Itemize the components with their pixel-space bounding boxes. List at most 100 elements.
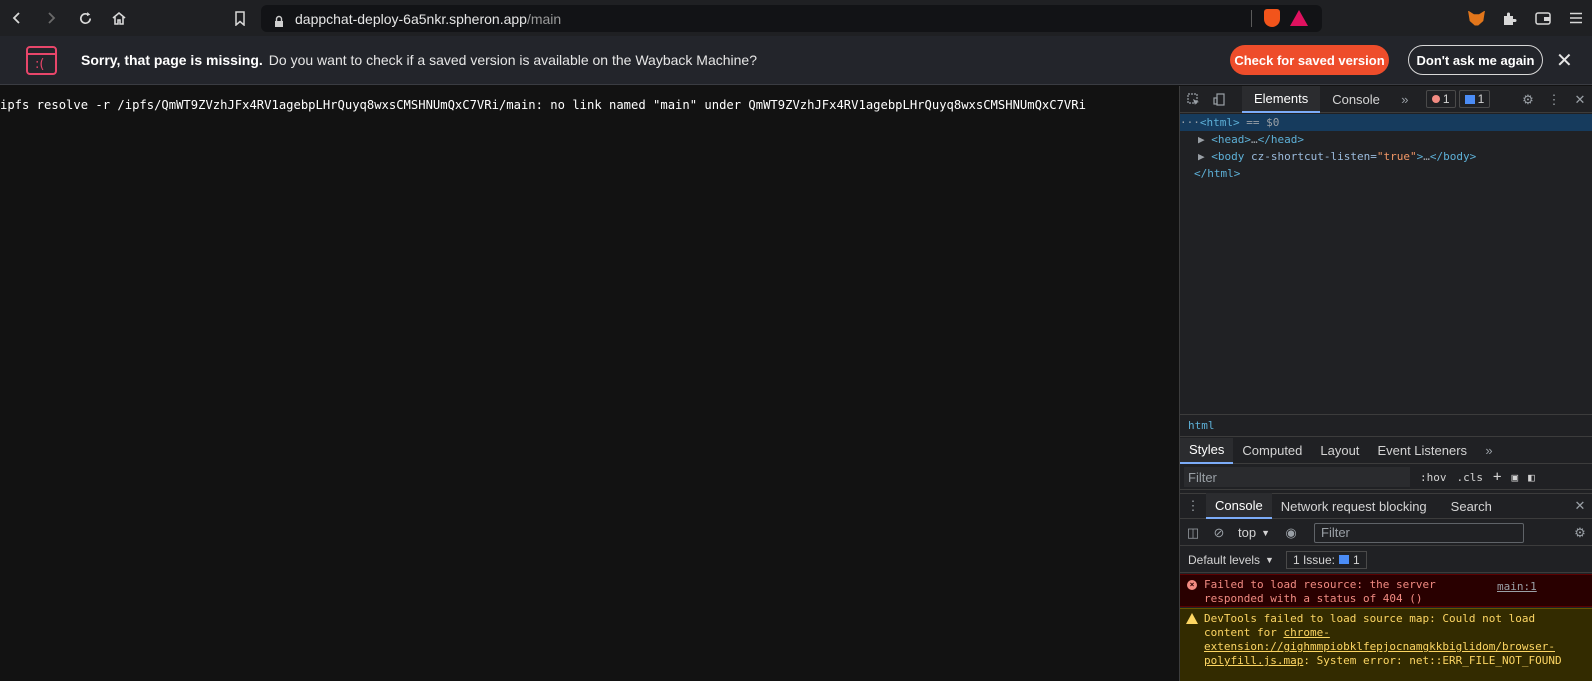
wallet-button[interactable] (1526, 0, 1559, 36)
issue-icon (1339, 555, 1349, 564)
context-select[interactable]: top ▼ (1238, 525, 1270, 540)
plus-icon[interactable]: + (1493, 469, 1501, 485)
check-saved-version-button[interactable]: Check for saved version (1230, 45, 1389, 75)
hamburger-icon (1569, 12, 1582, 24)
chevron-down-icon: ▼ (1261, 527, 1270, 538)
inspect-element-button[interactable] (1180, 86, 1206, 113)
tab-layout[interactable]: Layout (1311, 438, 1368, 464)
infobar-title: Sorry, that page is missing. (81, 52, 263, 68)
console-filter-input[interactable]: Filter (1314, 522, 1524, 543)
brave-shields-icon[interactable] (1264, 9, 1280, 27)
infobar-message: Do you want to check if a saved version … (268, 52, 757, 68)
close-icon[interactable]: ✕ (1556, 48, 1573, 72)
message-count-badge[interactable]: 1 (1458, 90, 1491, 108)
dom-ellipsis: ··· (1180, 116, 1200, 129)
drawer-tab-console[interactable]: Console (1206, 493, 1272, 519)
sidebar-icon[interactable]: ◫ (1180, 519, 1206, 546)
tab-elements[interactable]: Elements (1242, 85, 1321, 113)
device-icon (1212, 92, 1225, 106)
issues-label: 1 Issue: (1292, 552, 1335, 567)
styles-tabbar: Styles Computed Layout Event Listeners » (1180, 437, 1592, 464)
sad-page-icon: :( (26, 45, 57, 75)
dom-head-ellipsis: … (1251, 133, 1258, 146)
kebab-menu-icon[interactable]: ⋮ (1541, 86, 1567, 113)
close-drawer-icon[interactable]: ✕ (1567, 493, 1592, 520)
more-tabs-chevron-icon[interactable]: » (1476, 437, 1502, 464)
drawer-tab-search[interactable]: Search (1442, 493, 1501, 519)
puzzle-icon (1504, 12, 1517, 25)
metamask-extension[interactable] (1460, 0, 1493, 36)
warning-message-text: DevTools failed to load source map: Coul… (1204, 612, 1574, 668)
expand-arrow-icon[interactable]: ▶ (1198, 133, 1205, 146)
reload-icon (79, 11, 91, 24)
eye-icon[interactable]: ◉ (1278, 519, 1304, 546)
drawer-menu-icon[interactable]: ⋮ (1180, 493, 1206, 520)
gear-icon[interactable]: ⚙ (1567, 519, 1592, 546)
devtools-panel: Elements Console » 1 1 ⚙ ⋮ ✕ ··· <html> =… (1179, 85, 1592, 681)
extensions-button[interactable] (1493, 0, 1526, 36)
bookmark-button[interactable] (223, 0, 257, 36)
error-count-badge[interactable]: 1 (1425, 90, 1456, 108)
dom-body-ellipsis: … (1423, 150, 1430, 163)
home-icon (112, 11, 126, 25)
lock-icon (273, 13, 285, 27)
extension-area (1460, 0, 1592, 36)
dom-body-gt: > (1416, 150, 1424, 163)
sidebar-toggle-icon[interactable]: ◧ (1528, 471, 1535, 484)
back-button[interactable] (0, 0, 34, 36)
inspect-icon (1186, 92, 1199, 105)
levels-dropdown[interactable]: Default levels ▼ (1188, 553, 1274, 567)
dom-head-tag: <head> (1211, 133, 1251, 146)
expand-arrow-icon[interactable]: ▶ (1198, 150, 1205, 163)
dom-node-html[interactable]: ··· <html> == $0 (1180, 114, 1592, 131)
error-message-text: Failed to load resource: the server resp… (1204, 578, 1436, 605)
tab-console[interactable]: Console (1320, 86, 1392, 113)
dont-ask-again-button[interactable]: Don't ask me again (1408, 45, 1543, 75)
dom-node-html-close[interactable]: </html> (1180, 165, 1592, 182)
url-text: dappchat-deploy-6a5nkr.spheron.app/main (295, 11, 561, 27)
message-count: 1 (1477, 92, 1485, 106)
tab-event-listeners[interactable]: Event Listeners (1368, 438, 1476, 464)
hov-toggle[interactable]: :hov (1420, 471, 1447, 484)
error-icon: × (1187, 580, 1197, 590)
devtools-actions: ⚙ ⋮ ✕ (1515, 86, 1592, 113)
clear-console-icon[interactable]: ⊘ (1206, 519, 1232, 546)
brave-rewards-icon[interactable] (1290, 10, 1308, 26)
styles-filter-row: Filter :hov .cls + ▣ ◧ (1180, 465, 1592, 490)
console-error-message: × Failed to load resource: the server re… (1180, 574, 1592, 607)
chevron-left-icon (12, 12, 20, 24)
tab-computed[interactable]: Computed (1233, 438, 1311, 464)
dom-node-body[interactable]: ▶ <body cz-shortcut-listen= "true" >… </bod… (1180, 148, 1592, 165)
styles-filter-input[interactable]: Filter (1184, 467, 1410, 487)
warning-suffix: : System error: net::ERR_FILE_NOT_FOUND (1303, 654, 1562, 667)
drawer-tab-network-blocking[interactable]: Network request blocking (1272, 493, 1436, 519)
more-tabs-chevron-icon[interactable]: » (1392, 86, 1418, 113)
breadcrumb: html (1180, 414, 1592, 437)
message-icon (1464, 94, 1475, 104)
devtools-tabbar: Elements Console » 1 1 ⚙ ⋮ ✕ (1180, 85, 1592, 113)
wallet-icon (1534, 12, 1551, 25)
dom-tree: ··· <html> == $0 ▶ <head>… </head> ▶ <body… (1180, 114, 1592, 182)
error-text: ipfs resolve -r /ipfs/QmWT9ZVzhJFx4RV1ag… (0, 98, 1086, 112)
cls-toggle[interactable]: .cls (1457, 471, 1484, 484)
paint-icon[interactable]: ▣ (1511, 471, 1518, 484)
breadcrumb-html[interactable]: html (1188, 419, 1215, 432)
warning-prefix: DevTools failed to load source map: Coul… (1204, 612, 1536, 639)
dom-head-close: </head> (1257, 133, 1304, 146)
forward-button[interactable] (34, 0, 68, 36)
dom-body-attr-name: cz-shortcut-listen= (1251, 150, 1377, 163)
gear-icon[interactable]: ⚙ (1515, 86, 1541, 113)
dom-node-head[interactable]: ▶ <head>… </head> (1180, 131, 1592, 148)
tab-styles[interactable]: Styles (1180, 437, 1234, 464)
issues-button[interactable]: 1 Issue: 1 (1285, 550, 1367, 569)
home-button[interactable] (102, 0, 136, 36)
url-divider (1251, 10, 1252, 27)
fox-icon (1468, 10, 1485, 26)
address-bar[interactable]: dappchat-deploy-6a5nkr.spheron.app/main (261, 5, 1322, 32)
device-toolbar-button[interactable] (1206, 86, 1232, 113)
reload-button[interactable] (68, 0, 102, 36)
error-source-link[interactable]: main:1 (1497, 580, 1537, 593)
close-devtools-icon[interactable]: ✕ (1567, 86, 1592, 113)
menu-button[interactable] (1559, 0, 1592, 36)
chevron-down-icon: ▼ (1265, 554, 1274, 565)
